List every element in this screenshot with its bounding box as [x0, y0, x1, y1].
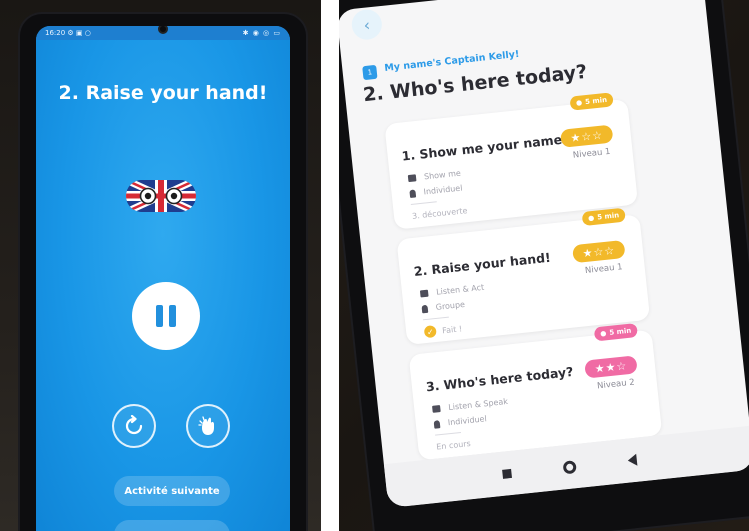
level-label: Niveau 1: [584, 262, 624, 277]
person-icon: [433, 419, 441, 429]
mode-row: Individuel: [409, 183, 463, 198]
group-icon: [421, 304, 429, 313]
clock-icon: ●: [587, 213, 595, 223]
recents-button[interactable]: [501, 468, 512, 479]
skill-row: Listen & Act: [419, 283, 485, 299]
clock-icon: ●: [575, 98, 583, 108]
phone-right: ‹ 1 My name's Captain Kelly! 2. Who's he…: [339, 0, 749, 531]
lesson-number-badge: 1: [362, 64, 378, 81]
home-button[interactable]: [562, 459, 577, 474]
restart-button[interactable]: [112, 404, 156, 448]
app-screen-activity-list: ‹ 1 My name's Captain Kelly! 2. Who's he…: [339, 0, 749, 508]
speech-icon: [432, 405, 441, 413]
pause-icon: [156, 305, 163, 327]
duration-badge: ● 5 min: [581, 207, 626, 227]
app-screen-raise-hand: 16:20 ⚙ ▣ ○ ✱ ◉ ◎ ▭ 2. Raise your hand!: [36, 26, 290, 531]
stars-rating: ★☆☆: [559, 124, 614, 148]
clap-button[interactable]: [186, 404, 230, 448]
person-icon: [409, 188, 417, 198]
activity-title: 2. Raise your hand!: [413, 249, 552, 279]
activity-status: ✓ Fait !: [423, 322, 463, 339]
mode-row: Groupe: [421, 300, 465, 313]
uk-flag-eyes-icon: [126, 180, 196, 212]
level-label: Niveau 2: [596, 377, 636, 392]
duration-badge: ● 5 min: [569, 92, 614, 111]
level-label: Niveau 1: [572, 146, 611, 161]
stars-rating: ★☆☆: [572, 239, 626, 264]
divider: [422, 316, 449, 321]
status-icons: ✱ ◉ ◎ ▭: [242, 29, 281, 37]
chevron-left-icon: ‹: [362, 14, 372, 35]
phone-left: 16:20 ⚙ ▣ ○ ✱ ◉ ◎ ▭ 2. Raise your hand!: [20, 14, 306, 531]
clock-icon: ●: [599, 329, 607, 338]
back-button[interactable]: ‹: [350, 8, 384, 42]
skill-row: Listen & Speak: [432, 397, 508, 414]
status-time: 16:20 ⚙ ▣ ○: [45, 29, 91, 37]
mode-row: Individuel: [433, 414, 487, 429]
check-icon: ✓: [423, 325, 437, 339]
divider: [410, 201, 437, 205]
activity-title: 3. Who's here today?: [425, 363, 575, 395]
skill-row: Show me: [407, 169, 461, 183]
back-nav-button[interactable]: [626, 453, 637, 467]
clap-icon: [198, 416, 214, 435]
back-to-menu-button[interactable]: Retour au menu: [114, 520, 230, 531]
stars-rating: ★★☆: [584, 355, 638, 379]
duration-badge: ● 5 min: [593, 323, 638, 342]
skill-icon: [407, 174, 417, 183]
hat-icon: [419, 289, 429, 298]
activity-status: En cours: [435, 439, 472, 452]
activity-title: 1. Show me your name!: [400, 131, 569, 164]
next-activity-button[interactable]: Activité suivante: [114, 476, 230, 506]
restart-icon: [125, 415, 143, 435]
activity-title: 2. Raise your hand!: [58, 82, 268, 104]
activity-status: 3. découverte: [411, 206, 468, 221]
divider: [435, 431, 462, 436]
pause-button[interactable]: [132, 282, 200, 350]
photo-left-phone: 16:20 ⚙ ▣ ○ ✱ ◉ ◎ ▭ 2. Raise your hand!: [0, 0, 321, 531]
photo-right-phone: ‹ 1 My name's Captain Kelly! 2. Who's he…: [339, 0, 749, 531]
